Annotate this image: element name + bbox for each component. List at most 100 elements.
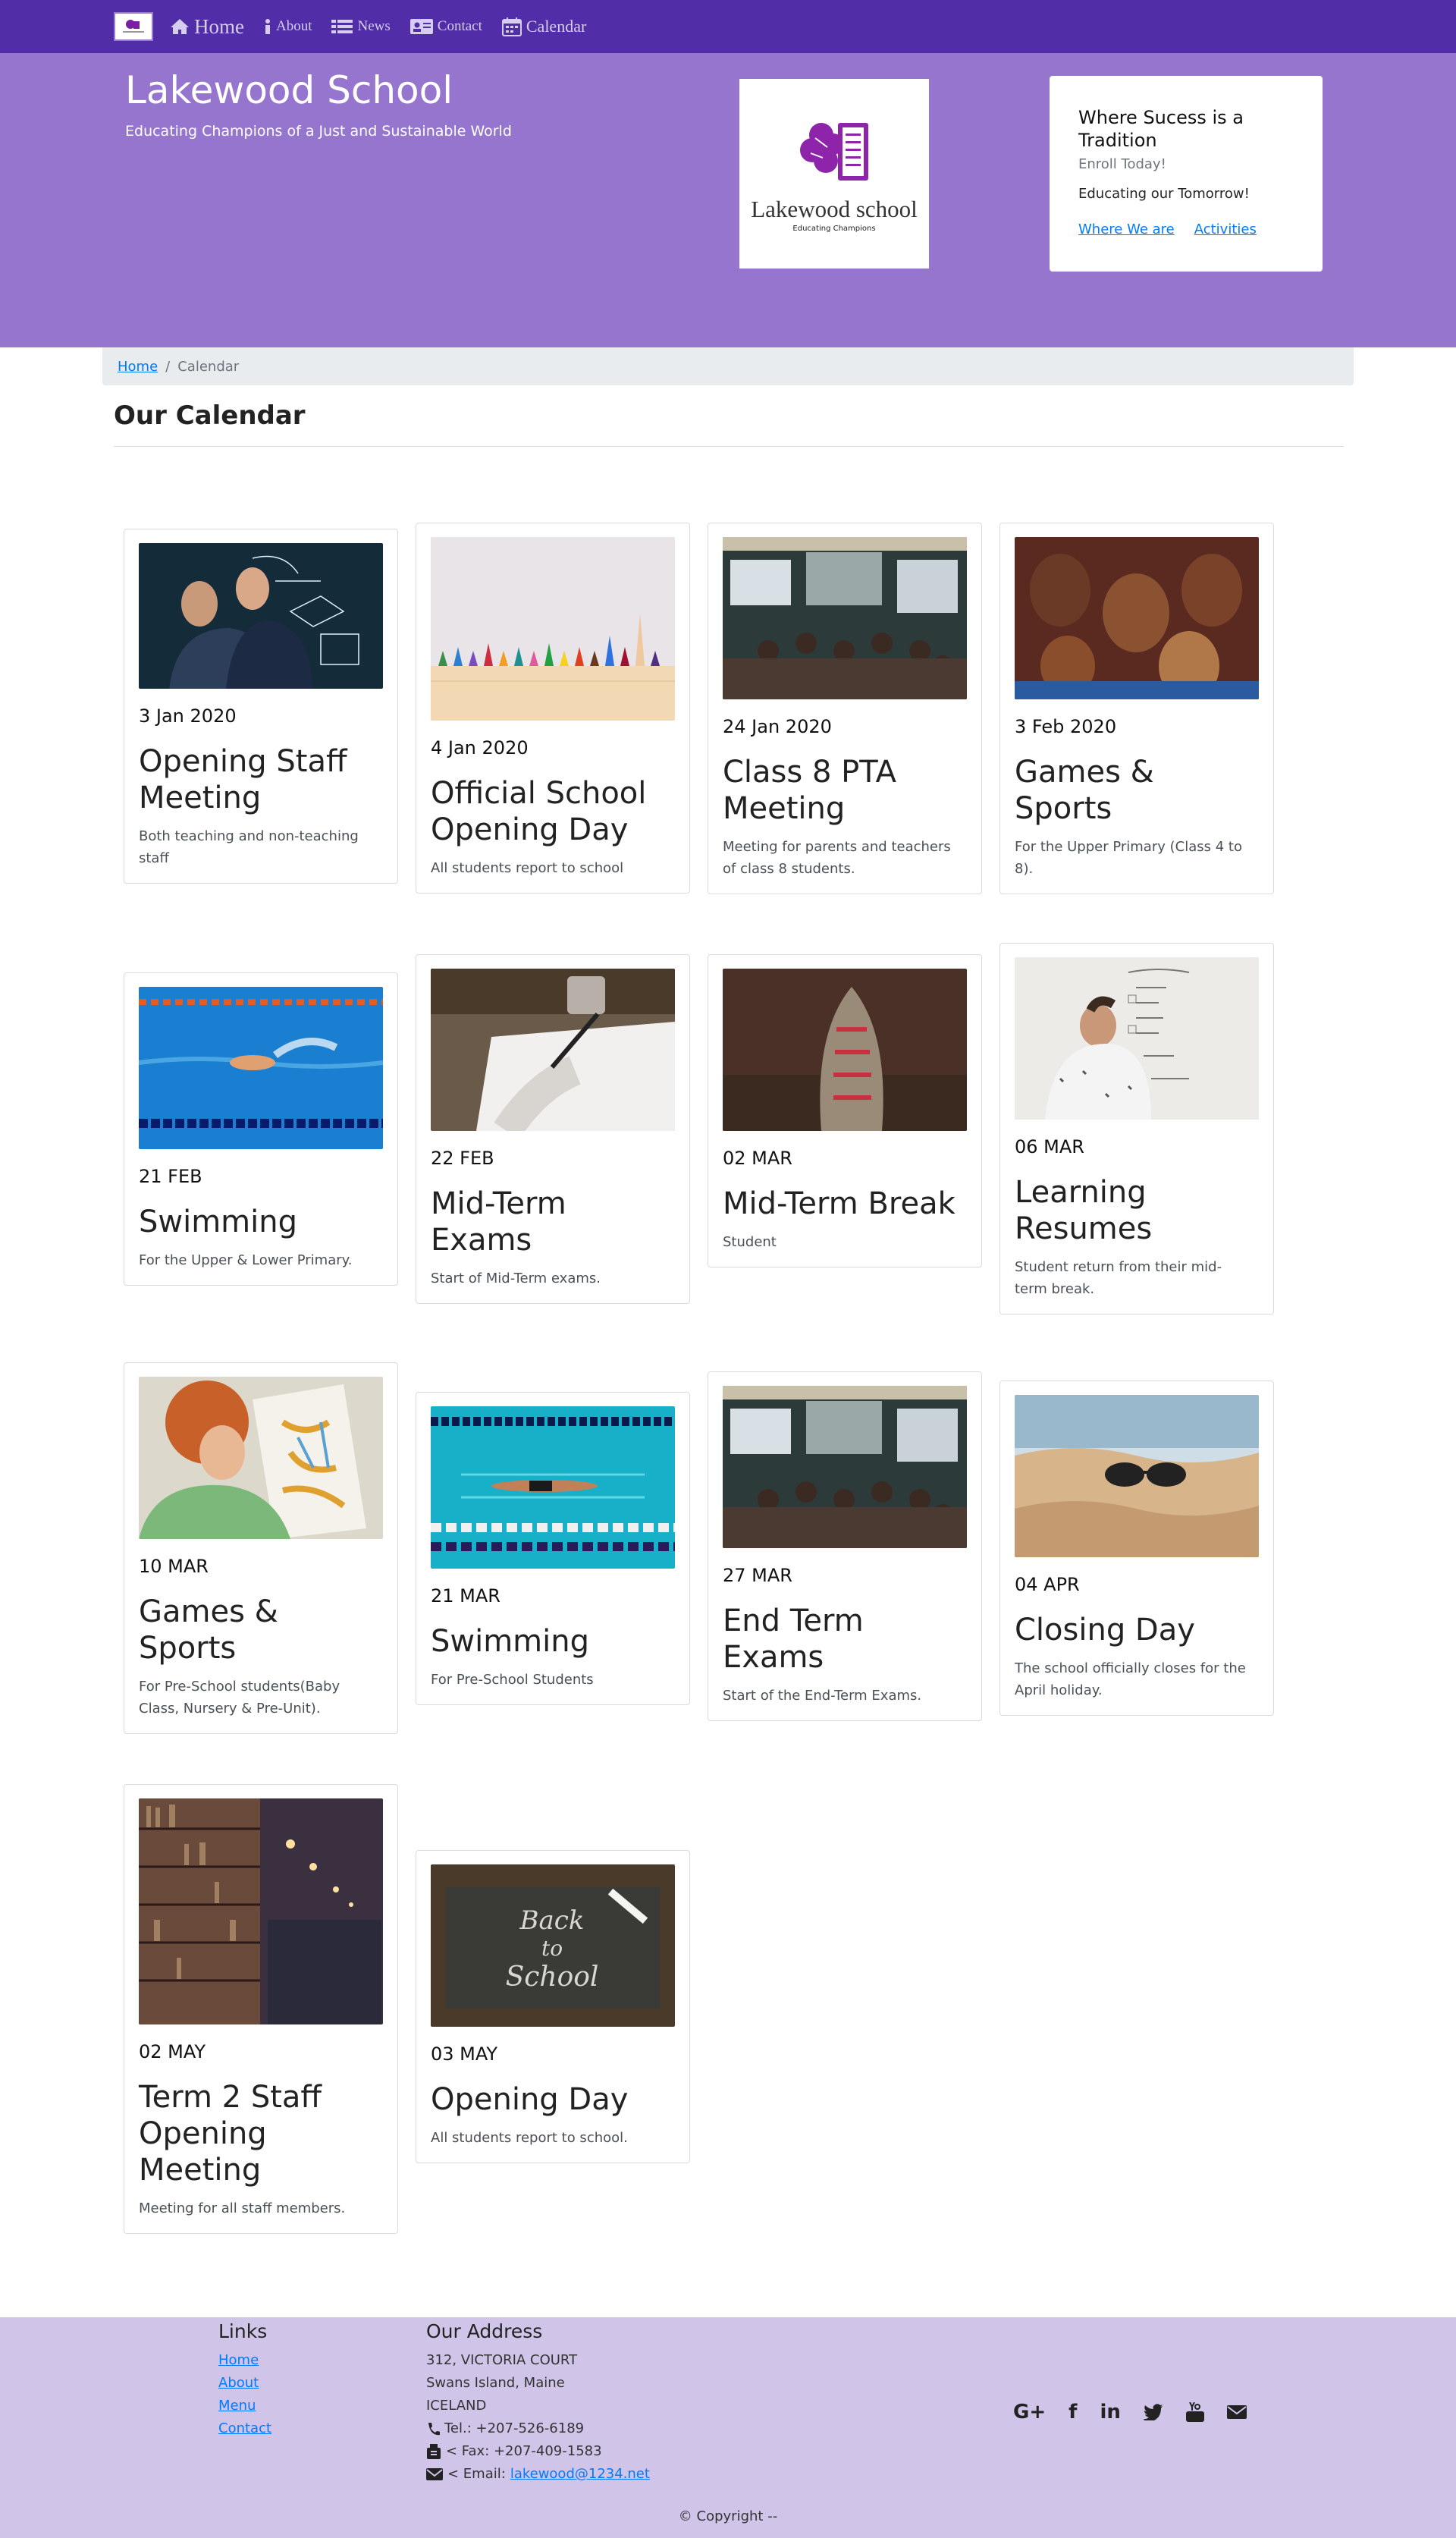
- breadcrumb-home[interactable]: Home: [118, 359, 158, 375]
- event-date: 3 Jan 2020: [139, 705, 237, 727]
- footer-fax: < Fax: +207-409-1583: [446, 2443, 602, 2459]
- nav-about[interactable]: About: [259, 18, 317, 35]
- event-title: Games & Sports: [139, 1594, 278, 1666]
- event-description: For the Upper & Lower Primary.: [139, 1252, 353, 1268]
- colored-pencils-image: [431, 537, 675, 721]
- event-card: 3 Feb 2020 Games & Sports For the Upper …: [999, 523, 1274, 894]
- calendar-icon: [501, 17, 522, 36]
- event-title: Mid-Term Exams: [431, 1186, 566, 1258]
- svg-text:School: School: [506, 1962, 599, 1993]
- copyright-text: © Copyright --: [678, 2508, 778, 2524]
- navbar: Home About News Contact Calendar: [0, 0, 1456, 53]
- event-description: Meeting for all staff members.: [139, 2200, 346, 2216]
- event-title: Official School Opening Day: [431, 776, 647, 847]
- school-logo: Lakewood school Educating Champions: [739, 79, 929, 269]
- event-card: 27 MAR End Term Exams Start of the End-T…: [708, 1371, 982, 1721]
- smiling-children-image: [1015, 537, 1259, 699]
- event-date: 10 MAR: [139, 1556, 209, 1577]
- envelope-icon: [426, 2468, 443, 2480]
- event-title: Swimming: [139, 1205, 298, 1239]
- svg-text:to: to: [541, 1936, 563, 1961]
- event-date: 24 Jan 2020: [723, 716, 832, 737]
- footer-address: 312, VICTORIA COURT Swans Island, Maine …: [426, 2349, 650, 2486]
- twitter-icon[interactable]: [1143, 2404, 1163, 2420]
- google-plus-icon[interactable]: G+: [1013, 2401, 1046, 2423]
- event-card: 24 Jan 2020 Class 8 PTA Meeting Meeting …: [708, 523, 982, 894]
- classroom-meeting-image: [723, 1386, 967, 1548]
- sunglasses-sand-image: [1015, 1395, 1259, 1557]
- event-card: 10 MAR Games & Sports For Pre-School stu…: [124, 1362, 398, 1734]
- event-card: 22 FEB Mid-Term Exams Start of Mid-Term …: [416, 954, 690, 1304]
- exam-writing-image: [431, 969, 675, 1131]
- nav-home-label: Home: [194, 14, 244, 38]
- nav-contact[interactable]: Contact: [406, 18, 487, 35]
- where-we-are-link[interactable]: Where We are: [1078, 221, 1175, 237]
- info-card-subtitle: Enroll Today!: [1078, 156, 1166, 172]
- address-line: Swans Island, Maine: [426, 2375, 565, 2391]
- info-card: Where Sucess is a Tradition Enroll Today…: [1050, 76, 1323, 272]
- event-title: Opening Day: [431, 2082, 629, 2117]
- home-icon: [171, 19, 189, 34]
- info-card-text: Educating our Tomorrow!: [1078, 186, 1250, 202]
- address-line: 312, VICTORIA COURT: [426, 2352, 578, 2368]
- back-to-school-chalkboard-image: Back to School: [431, 1864, 675, 2027]
- event-date: 03 MAY: [431, 2043, 498, 2065]
- event-description: The school officially closes for the Apr…: [1015, 1660, 1246, 1698]
- classroom-meeting-image: [723, 537, 967, 699]
- event-card: 21 FEB Swimming For the Upper & Lower Pr…: [124, 972, 398, 1286]
- event-description: For Pre-School Students: [431, 1672, 594, 1688]
- child-map-image: [139, 1377, 383, 1539]
- event-date: 02 MAR: [723, 1148, 792, 1169]
- event-date: 3 Feb 2020: [1015, 716, 1117, 737]
- youtube-icon[interactable]: [1185, 2402, 1204, 2422]
- event-date: 4 Jan 2020: [431, 737, 529, 759]
- event-title: Term 2 Staff Opening Meeting: [139, 2080, 322, 2188]
- title-divider: [114, 446, 1344, 447]
- do-not-open-bag-image: [723, 969, 967, 1131]
- event-description: All students report to school: [431, 860, 624, 876]
- footer-email-link[interactable]: lakewood@1234.net: [510, 2463, 650, 2486]
- footer-link-home[interactable]: Home: [218, 2349, 271, 2372]
- event-title: Opening Staff Meeting: [139, 744, 347, 815]
- event-title: End Term Exams: [723, 1604, 864, 1675]
- event-description: Meeting for parents and teachers of clas…: [723, 839, 951, 877]
- footer-link-about[interactable]: About: [218, 2372, 271, 2395]
- facebook-icon[interactable]: f: [1068, 2401, 1077, 2423]
- nav-news[interactable]: News: [327, 18, 394, 35]
- address-card-icon: [410, 19, 433, 34]
- whiteboard-teacher-image: [1015, 957, 1259, 1120]
- footer-link-menu[interactable]: Menu: [218, 2395, 271, 2417]
- teachers-chalkboard-image: [139, 543, 383, 689]
- brand-logo[interactable]: [114, 12, 153, 41]
- envelope-icon[interactable]: [1226, 2405, 1247, 2420]
- logo-tagline: Educating Champions: [792, 224, 876, 233]
- logo-school-name: Lakewood school: [751, 195, 918, 222]
- info-icon: [265, 19, 270, 34]
- event-date: 21 MAR: [431, 1585, 500, 1607]
- event-description: For the Upper Primary (Class 4 to 8).: [1015, 839, 1242, 877]
- footer-links: Home About Menu Contact: [218, 2349, 271, 2440]
- event-date: 21 FEB: [139, 1166, 202, 1187]
- info-card-title: Where Sucess is a Tradition: [1078, 107, 1244, 151]
- event-title: Learning Resumes: [1015, 1175, 1153, 1246]
- event-description: Student: [723, 1234, 777, 1250]
- event-card: 04 APR Closing Day The school officially…: [999, 1381, 1274, 1716]
- nav-home[interactable]: Home: [165, 15, 249, 39]
- svg-text:Back: Back: [519, 1905, 585, 1936]
- nav-calendar[interactable]: Calendar: [497, 17, 591, 36]
- fax-icon: [427, 2444, 441, 2459]
- event-description: For Pre-School students(Baby Class, Nurs…: [139, 1679, 340, 1717]
- list-icon: [331, 20, 353, 33]
- event-title: Class 8 PTA Meeting: [723, 755, 896, 826]
- linkedin-icon[interactable]: in: [1100, 2401, 1120, 2423]
- social-links: G+ f in: [1013, 2401, 1247, 2423]
- footer-link-contact[interactable]: Contact: [218, 2417, 271, 2440]
- event-date: 04 APR: [1015, 1574, 1080, 1595]
- event-date: 06 MAR: [1015, 1136, 1084, 1157]
- nav-news-label: News: [357, 18, 391, 34]
- activities-link[interactable]: Activities: [1194, 221, 1257, 237]
- event-description: Both teaching and non-teaching staff: [139, 828, 359, 866]
- swimmer-underwater-image: [431, 1406, 675, 1569]
- event-title: Swimming: [431, 1624, 590, 1659]
- breadcrumb-current: Calendar: [177, 358, 240, 375]
